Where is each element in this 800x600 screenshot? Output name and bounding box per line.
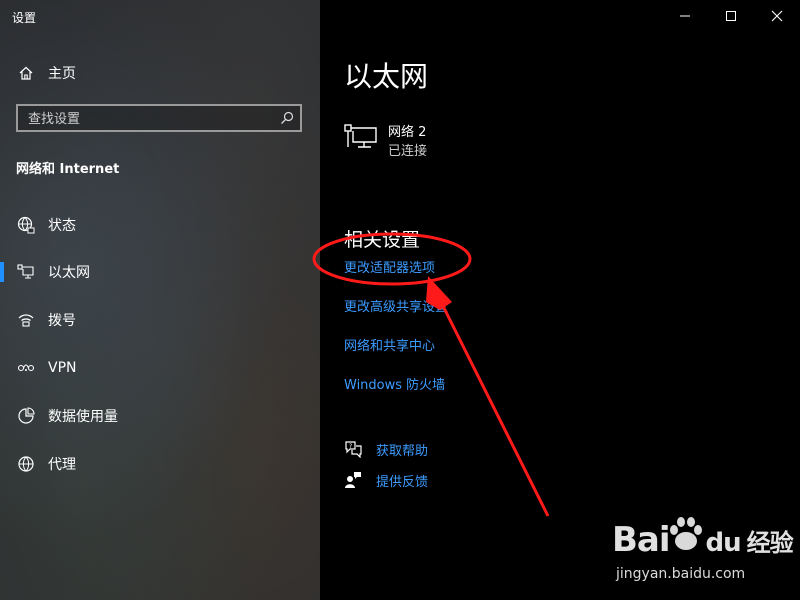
help-chat-icon: ? (345, 441, 362, 458)
maximize-icon (726, 11, 736, 21)
minimize-button[interactable] (662, 0, 708, 32)
sidebar-item-label: 拨号 (48, 313, 76, 329)
watermark-url: jingyan.baidu.com (616, 566, 746, 582)
search-box[interactable] (16, 104, 302, 132)
home-label: 主页 (48, 66, 76, 82)
watermark-brand-jingyan: 经验 (746, 529, 794, 557)
change-adapter-options-link[interactable]: 更改适配器选项 (344, 257, 435, 276)
watermark-brand-bai: Bai (612, 520, 671, 560)
data-usage-icon (17, 407, 35, 425)
globe-icon (17, 455, 35, 473)
section-title: 网络和 Internet (16, 162, 120, 177)
sidebar-item-dialup[interactable]: 拨号 (0, 300, 320, 340)
give-feedback-label: 提供反馈 (376, 474, 429, 490)
change-advanced-sharing-link[interactable]: 更改高级共享设置 (344, 296, 448, 315)
related-settings-title: 相关设置 (344, 229, 421, 251)
get-help-label: 获取帮助 (376, 443, 429, 459)
sidebar-item-data-usage[interactable]: 数据使用量 (0, 396, 320, 436)
network-computer-icon (344, 124, 377, 148)
sidebar-item-label: 状态 (48, 218, 76, 234)
maximize-button[interactable] (708, 0, 754, 32)
give-feedback-link[interactable]: 提供反馈 (344, 471, 428, 490)
home-icon (17, 64, 35, 82)
network-status: 已连接 (388, 144, 428, 159)
network-name[interactable]: 网络 2 (388, 121, 426, 140)
ethernet-icon (17, 263, 35, 281)
svg-text:?: ? (349, 443, 352, 450)
dialup-icon (17, 311, 35, 329)
get-help-link[interactable]: ? 获取帮助 (344, 440, 428, 459)
globe-status-icon (17, 216, 35, 234)
search-icon[interactable] (280, 111, 294, 125)
close-icon (771, 10, 783, 22)
watermark-brand: Bai du 经验 (612, 520, 794, 560)
sidebar-item-status[interactable]: 状态 (0, 205, 320, 245)
sidebar-item-proxy[interactable]: 代理 (0, 444, 320, 484)
sidebar-item-label: 数据使用量 (48, 409, 118, 425)
sidebar-item-label: 以太网 (48, 265, 90, 281)
sidebar-item-ethernet[interactable]: 以太网 (0, 252, 320, 292)
minimize-icon (680, 15, 690, 17)
sidebar-item-label: 代理 (48, 457, 76, 473)
watermark-brand-du: du (705, 528, 742, 558)
sidebar-item-vpn[interactable]: VPN (0, 348, 320, 388)
close-button[interactable] (754, 0, 800, 32)
baidu-jingyan-watermark: Bai du 经验 jingyan.baidu.com (612, 512, 794, 592)
sidebar: 设置 主页 网络和 Internet 状态 以太网 拨号 (0, 0, 320, 600)
window-title: 设置 (12, 11, 37, 25)
search-input[interactable] (26, 108, 270, 130)
vpn-icon (17, 359, 35, 377)
annotation-arrow-shaft (438, 299, 550, 517)
sidebar-item-label: VPN (48, 360, 77, 376)
page-title: 以太网 (344, 60, 429, 93)
home-button[interactable]: 主页 (0, 53, 320, 93)
network-sharing-center-link[interactable]: 网络和共享中心 (344, 335, 435, 354)
feedback-icon (345, 472, 361, 488)
windows-firewall-link[interactable]: Windows 防火墙 (344, 374, 445, 393)
